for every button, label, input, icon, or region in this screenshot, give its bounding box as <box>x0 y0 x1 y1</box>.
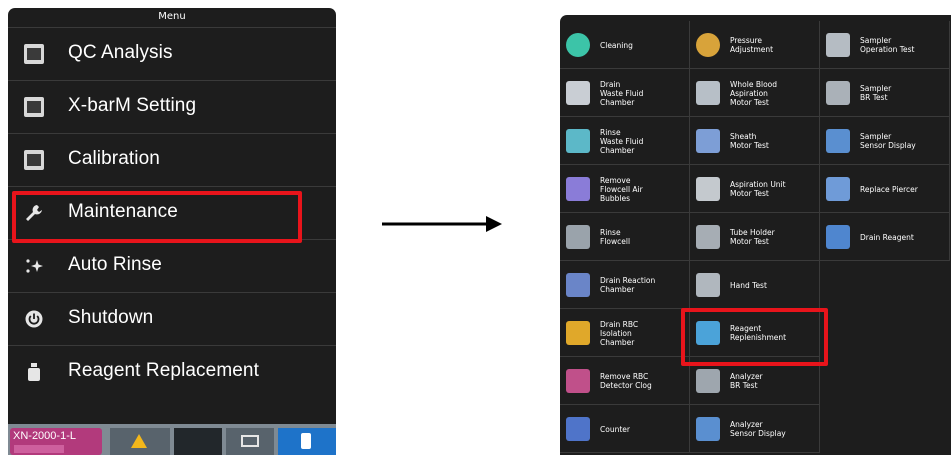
grid-item-replace-piercer[interactable]: Replace Piercer <box>820 165 950 213</box>
warning-icon <box>131 434 147 448</box>
grid-item-drain-reagent[interactable]: Drain Reagent <box>820 213 950 261</box>
menu-item-calibration[interactable]: Calibration <box>8 133 336 186</box>
menu-item-shutdown[interactable]: Shutdown <box>8 292 336 345</box>
rinse-waste-icon <box>566 129 590 153</box>
grid-item-label: Aspiration Unit Motor Test <box>730 180 786 198</box>
drain-rbc-icon <box>566 321 590 345</box>
blank-tab[interactable] <box>174 428 222 455</box>
grid-item-sheath-motor[interactable]: Sheath Motor Test <box>690 117 820 165</box>
grid-item-label: Remove Flowcell Air Bubbles <box>600 175 643 203</box>
grid-item-label: Tube Holder Motor Test <box>730 228 775 246</box>
maintenance-grid: Cleaning Drain Waste Fluid Chamber Rinse… <box>560 15 951 455</box>
counter-icon <box>566 417 590 441</box>
status-pointer <box>293 410 317 424</box>
pressure-gauge-icon <box>696 33 720 57</box>
grid-item-whole-blood-motor[interactable]: Whole Blood Aspiration Motor Test <box>690 69 820 117</box>
menu-item-qc-analysis[interactable]: QC Analysis <box>8 27 336 80</box>
reagent-bottle-icon <box>28 363 40 381</box>
sparkle-icon <box>26 259 43 273</box>
sampler-operation-icon <box>826 33 850 57</box>
menu-item-label: Calibration <box>68 148 160 169</box>
grid-item-rinse-flowcell[interactable]: Rinse Flowcell <box>560 213 690 261</box>
grid-item-label: Replace Piercer <box>860 184 918 194</box>
grid-item-remove-rbc-clog[interactable]: Remove RBC Detector Clog <box>560 357 690 405</box>
grid-item-label: Pressure Adjustment <box>730 36 774 54</box>
grid-item-sampler-operation[interactable]: Sampler Operation Test <box>820 21 950 69</box>
grid-item-hand-test[interactable]: Hand Test <box>690 261 820 309</box>
grid-item-label: Whole Blood Aspiration Motor Test <box>730 79 778 107</box>
grid-item-sampler-sensor[interactable]: Sampler Sensor Display <box>820 117 950 165</box>
analyzer-br-icon <box>696 369 720 393</box>
power-icon <box>25 310 43 328</box>
grid-item-label: Drain Reaction Chamber <box>600 276 656 294</box>
grid-item-label: Sampler Sensor Display <box>860 132 916 150</box>
drain-waste-icon <box>566 81 590 105</box>
grid-item-rinse-waste-fluid[interactable]: Rinse Waste Fluid Chamber <box>560 117 690 165</box>
menu-item-label: QC Analysis <box>68 42 173 63</box>
grid-item-label: Cleaning <box>600 40 633 50</box>
flow-arrow-icon <box>382 216 502 232</box>
menu-title: Menu <box>158 11 186 22</box>
menu-item-xbarm-setting[interactable]: X-barM Setting <box>8 80 336 133</box>
replace-piercer-icon <box>826 177 850 201</box>
grid-item-label: Remove RBC Detector Clog <box>600 372 652 390</box>
grid-item-label: Sampler BR Test <box>860 84 892 102</box>
grid-item-label: Drain Waste Fluid Chamber <box>600 79 644 107</box>
menu-item-label: Reagent Replacement <box>68 360 259 381</box>
menu-item-label: Auto Rinse <box>68 254 162 275</box>
maintenance-highlight-box <box>12 191 302 243</box>
grid-item-drain-waste-fluid[interactable]: Drain Waste Fluid Chamber <box>560 69 690 117</box>
remove-clog-icon <box>566 369 590 393</box>
air-bubbles-icon <box>566 177 590 201</box>
grid-item-drain-reaction[interactable]: Drain Reaction Chamber <box>560 261 690 309</box>
grid-item-pressure-adjustment[interactable]: Pressure Adjustment <box>690 21 820 69</box>
grid-item-analyzer-sensor[interactable]: Analyzer Sensor Display <box>690 405 820 453</box>
xbarm-icon <box>24 97 44 117</box>
grid-item-label: Sampler Operation Test <box>860 36 915 54</box>
grid-item-aspiration-unit-motor[interactable]: Aspiration Unit Motor Test <box>690 165 820 213</box>
drain-reaction-icon <box>566 273 590 297</box>
analyzer-name: XN-2000-1-L <box>13 430 76 442</box>
hand-test-icon <box>696 273 720 297</box>
cleaning-icon <box>566 33 590 57</box>
grid-item-remove-air-bubbles[interactable]: Remove Flowcell Air Bubbles <box>560 165 690 213</box>
sampler-sensor-icon <box>826 129 850 153</box>
calibration-icon <box>24 150 44 170</box>
grid-item-counter[interactable]: Counter <box>560 405 690 453</box>
grid-item-label: Drain Reagent <box>860 232 914 242</box>
aspiration-motor-icon <box>696 81 720 105</box>
analyzer-sensor-icon <box>696 417 720 441</box>
grid-item-label: Rinse Flowcell <box>600 228 631 246</box>
grid-item-label: Drain RBC Isolation Chamber <box>600 319 639 347</box>
rinse-flowcell-icon <box>566 225 590 249</box>
sheath-motor-icon <box>696 129 720 153</box>
grid-item-sampler-br-test[interactable]: Sampler BR Test <box>820 69 950 117</box>
grid-item-cleaning[interactable]: Cleaning <box>560 21 690 69</box>
analyzer-status-strip <box>14 445 64 453</box>
qc-analysis-icon <box>24 44 44 64</box>
bottle-icon <box>301 433 311 449</box>
tube-holder-icon <box>696 225 720 249</box>
grid-item-drain-rbc[interactable]: Drain RBC Isolation Chamber <box>560 309 690 357</box>
sampler-br-icon <box>826 81 850 105</box>
grid-item-label: Counter <box>600 424 630 434</box>
menu-item-reagent-replacement[interactable]: Reagent Replacement <box>8 345 336 398</box>
grid-item-label: Rinse Waste Fluid Chamber <box>600 127 644 155</box>
grid-item-label: Hand Test <box>730 280 767 290</box>
menu-item-label: X-barM Setting <box>68 95 197 116</box>
rack-icon <box>241 435 259 447</box>
aspiration-unit-icon <box>696 177 720 201</box>
grid-item-label: Sheath Motor Test <box>730 132 769 150</box>
grid-item-label: Analyzer Sensor Display <box>730 420 786 438</box>
reagent-replenishment-highlight-box <box>681 308 828 366</box>
grid-item-tube-holder-motor[interactable]: Tube Holder Motor Test <box>690 213 820 261</box>
drain-reagent-icon <box>826 225 850 249</box>
menu-item-auto-rinse[interactable]: Auto Rinse <box>8 239 336 292</box>
menu-item-label: Shutdown <box>68 307 154 328</box>
